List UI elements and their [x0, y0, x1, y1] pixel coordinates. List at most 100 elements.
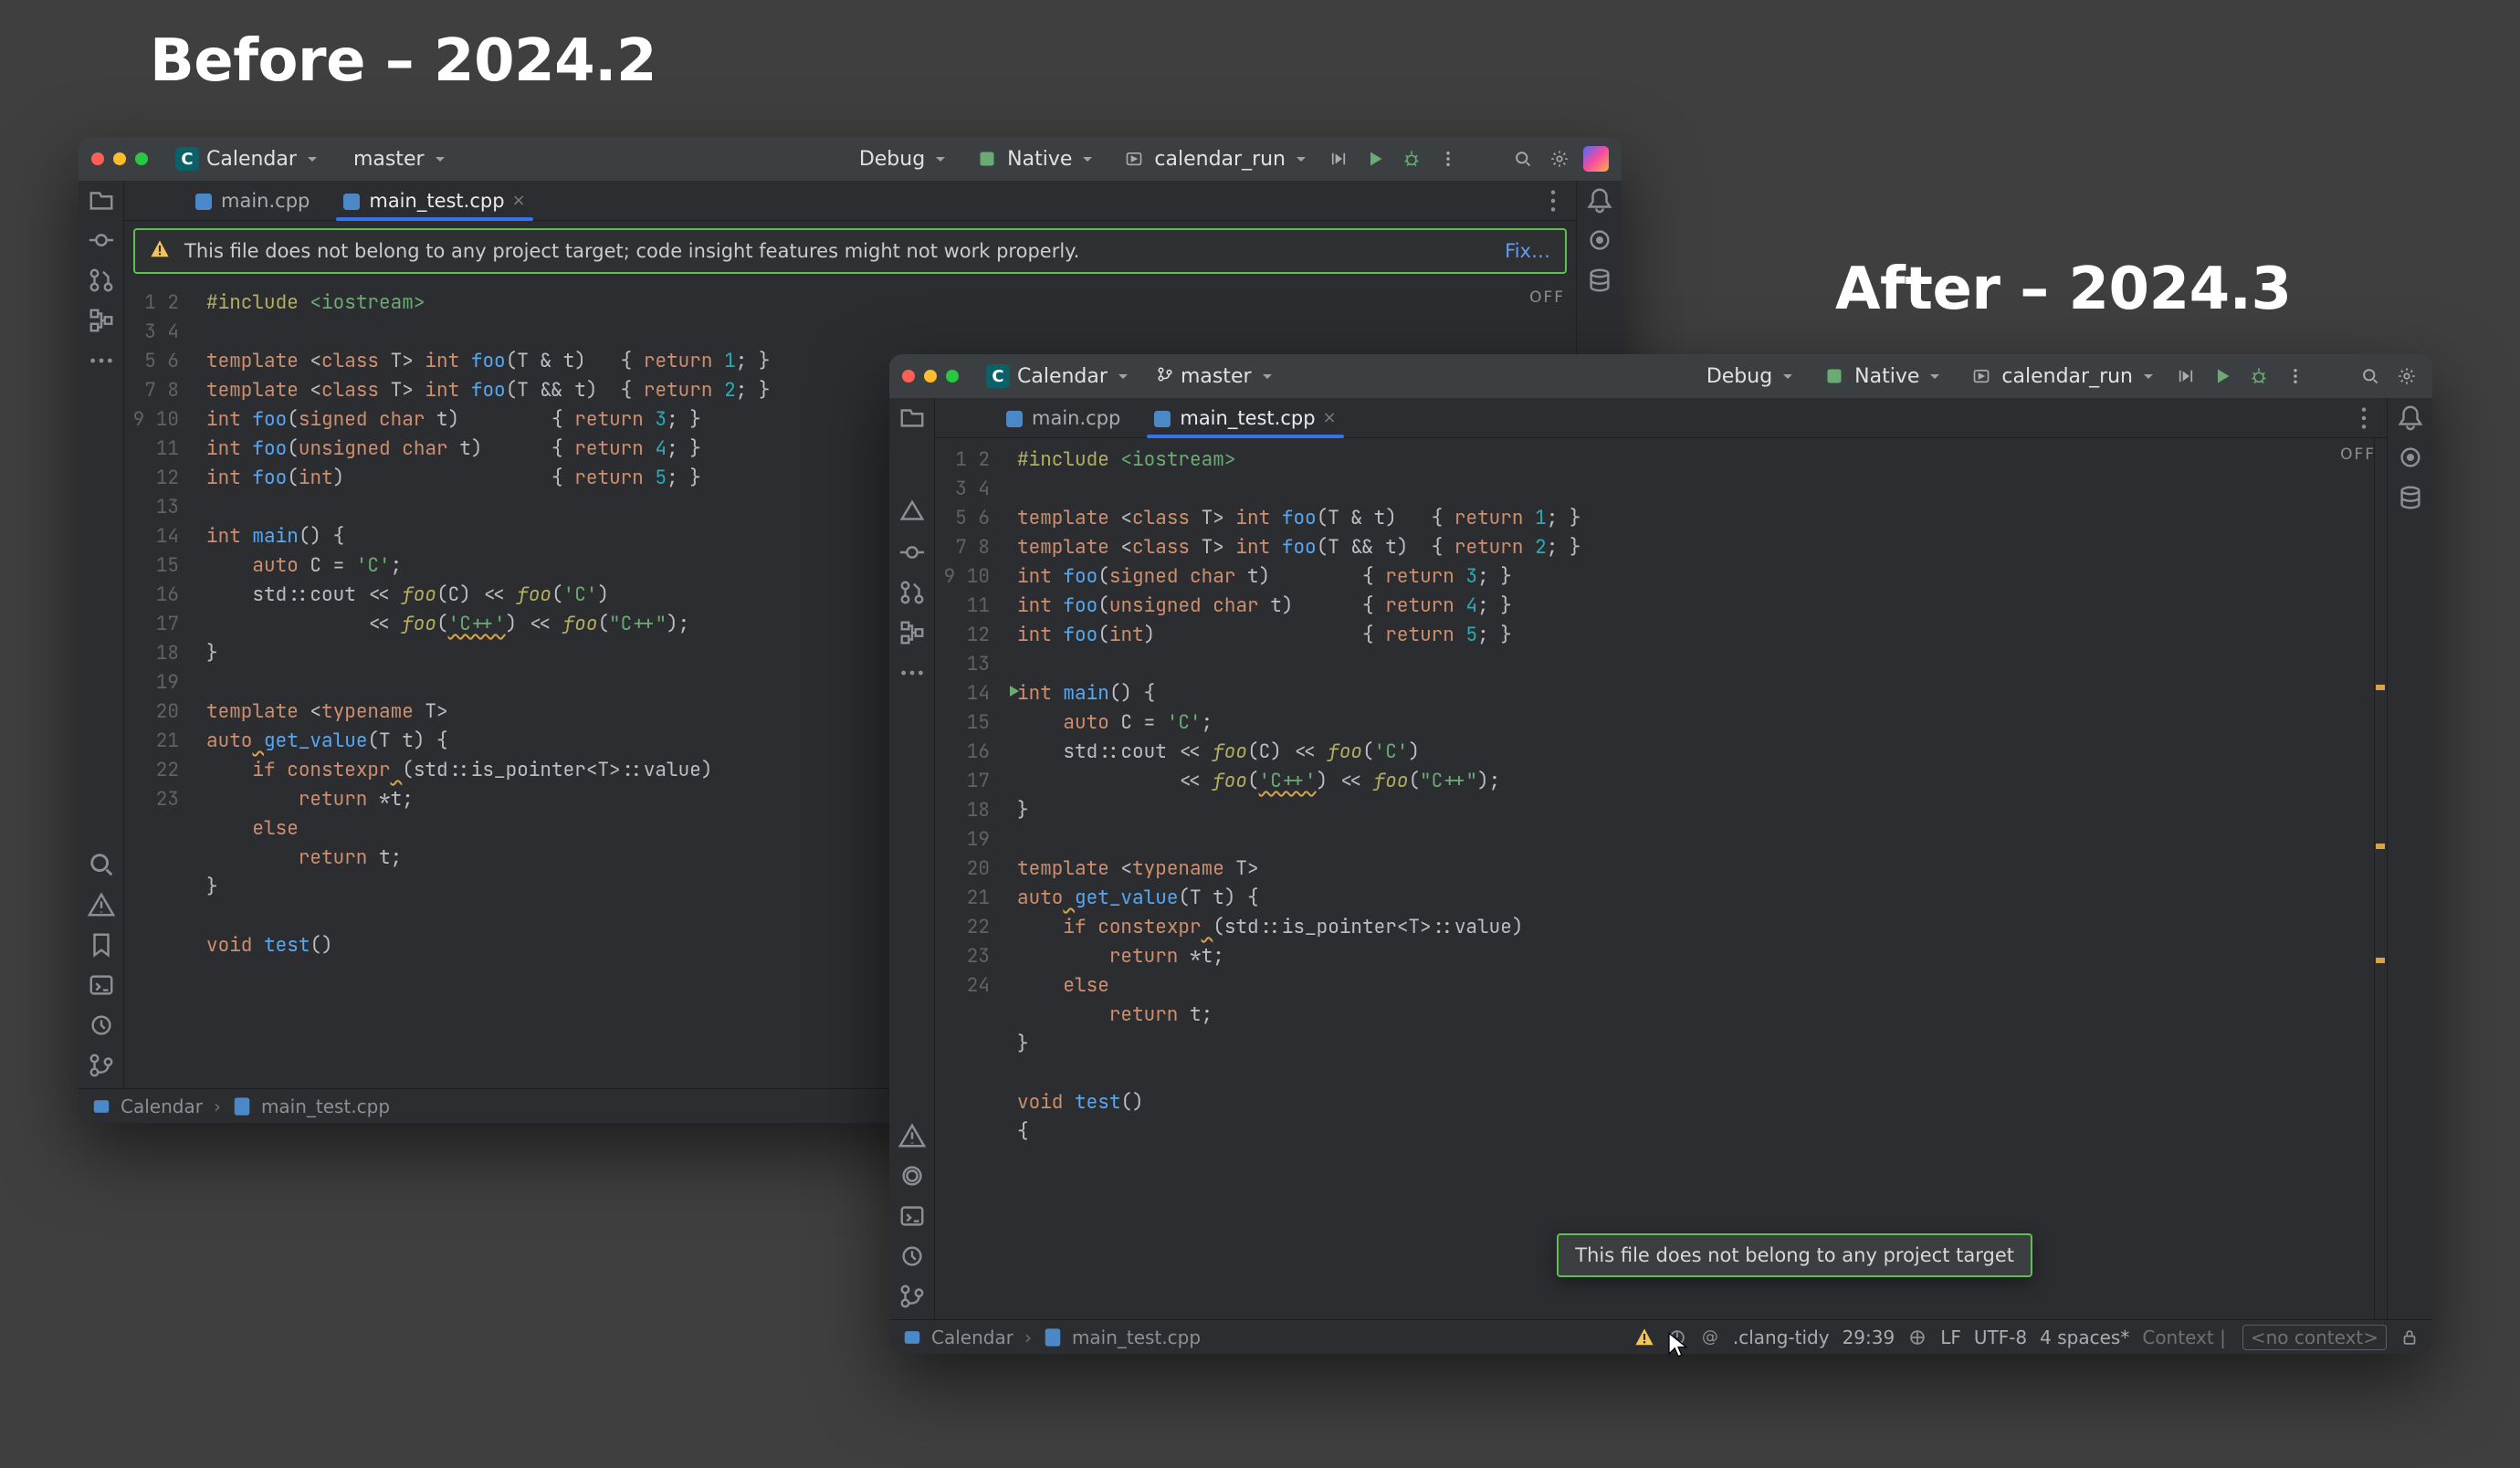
pull-requests-icon[interactable]: [88, 267, 115, 294]
breadcrumb[interactable]: Calendar main_test.cpp: [91, 1096, 390, 1117]
project-selector[interactable]: C Calendar: [977, 361, 1137, 392]
debug-button[interactable]: [1399, 146, 1424, 172]
status-line-sep[interactable]: LF: [1940, 1326, 1961, 1348]
titlebar: C Calendar master Debug Native calendar_…: [889, 354, 2432, 398]
search-everywhere-icon[interactable]: [1510, 146, 1536, 172]
zoom-window-icon[interactable]: [946, 370, 959, 383]
terminal-tool-icon[interactable]: [88, 971, 115, 999]
toolchain-icon: [974, 146, 1000, 172]
commit-tool-icon[interactable]: [88, 226, 115, 254]
close-window-icon[interactable]: [91, 152, 104, 165]
status-context-value[interactable]: <no context>: [2242, 1325, 2387, 1350]
status-nav-icon[interactable]: [1907, 1327, 1927, 1347]
zoom-window-icon[interactable]: [135, 152, 148, 165]
database-tool-icon[interactable]: [1586, 267, 1613, 294]
minimize-window-icon[interactable]: [113, 152, 126, 165]
notifications-tool-icon[interactable]: [1586, 186, 1613, 214]
status-clang-tidy[interactable]: .clang-tidy: [1733, 1326, 1830, 1348]
editor-tabs: main.cpp main_test.cpp ×: [124, 181, 1576, 221]
bookmarks-tool-icon[interactable]: [88, 931, 115, 959]
run-button[interactable]: [2210, 363, 2235, 389]
code-area[interactable]: #include <iostream> template <class T> i…: [1003, 438, 2374, 1319]
vcs-tool-icon[interactable]: [88, 1052, 115, 1079]
run-with-params-icon[interactable]: [1326, 146, 1351, 172]
find-tool-icon[interactable]: [88, 851, 115, 878]
cmake-tool-icon[interactable]: [898, 498, 926, 526]
build-config-selector[interactable]: Debug: [850, 144, 954, 174]
tab-main-test[interactable]: main_test.cpp ×: [327, 181, 542, 220]
structure-tool-icon[interactable]: [898, 619, 926, 646]
vcs-branch-selector[interactable]: master: [337, 144, 454, 174]
settings-icon[interactable]: [1547, 146, 1572, 172]
banner-message: This file does not belong to any project…: [184, 240, 1490, 262]
database-tool-icon[interactable]: [2397, 484, 2424, 511]
toolchain-selector[interactable]: Native: [1812, 360, 1948, 393]
project-selector[interactable]: C Calendar: [166, 143, 326, 174]
tab-main[interactable]: main.cpp: [179, 181, 327, 220]
status-indent[interactable]: 4 spaces*: [2040, 1326, 2129, 1348]
search-everywhere-icon[interactable]: [2357, 363, 2383, 389]
status-warning-icon[interactable]: [1634, 1327, 1654, 1347]
problems-tool-icon[interactable]: [88, 891, 115, 918]
project-tool-icon[interactable]: [88, 186, 115, 214]
status-caret-pos[interactable]: 29:39: [1843, 1326, 1895, 1348]
problems-tool-icon[interactable]: [898, 1122, 926, 1149]
more-tool-icon[interactable]: [88, 347, 115, 374]
error-stripe[interactable]: [2374, 438, 2387, 1319]
commit-tool-icon[interactable]: [898, 539, 926, 566]
more-tool-icon[interactable]: [898, 659, 926, 687]
close-window-icon[interactable]: [902, 370, 915, 383]
close-tab-icon[interactable]: ×: [512, 191, 526, 210]
pull-requests-icon[interactable]: [898, 579, 926, 606]
status-lock-icon[interactable]: [2399, 1327, 2420, 1347]
tab-list-icon[interactable]: [1539, 187, 1567, 215]
vcs-tool-icon[interactable]: [898, 1283, 926, 1310]
breadcrumb[interactable]: Calendar main_test.cpp: [902, 1326, 1201, 1348]
settings-icon[interactable]: [2394, 363, 2420, 389]
run-config-selector[interactable]: calendar_run: [1959, 360, 2162, 393]
code-editor[interactable]: 1 2 3 4 5 6 7 8 9 10 11 12 13 14 15 16 1…: [935, 438, 2387, 1319]
left-toolwindow-bar: [889, 398, 935, 1319]
branch-icon: [1157, 365, 1173, 388]
terminal-tool-icon[interactable]: [898, 1202, 926, 1230]
notifications-tool-icon[interactable]: [2397, 404, 2424, 431]
services-tool-icon[interactable]: [898, 1243, 926, 1270]
tab-main-test[interactable]: main_test.cpp ×: [1138, 398, 1353, 437]
inspection-off-chip[interactable]: OFF: [1529, 288, 1565, 307]
status-encoding[interactable]: UTF-8: [1974, 1326, 2027, 1348]
close-tab-icon[interactable]: ×: [1323, 408, 1337, 427]
breadcrumb-project: Calendar: [121, 1096, 203, 1117]
toolchain-selector[interactable]: Native: [965, 142, 1101, 175]
run-with-params-icon[interactable]: [2173, 363, 2199, 389]
inspection-off-chip[interactable]: OFF: [2340, 446, 2376, 464]
more-run-icon[interactable]: [1435, 146, 1461, 172]
status-progress-icon[interactable]: [1667, 1327, 1687, 1347]
run-line-marker-icon[interactable]: [1006, 679, 1021, 708]
structure-tool-icon[interactable]: [88, 307, 115, 334]
project-tool-icon[interactable]: [898, 404, 926, 431]
before-heading: Before – 2024.2: [150, 27, 656, 95]
code-with-me-icon[interactable]: [1583, 146, 1609, 172]
breadcrumb-file: main_test.cpp: [261, 1096, 390, 1117]
vcs-branch-selector[interactable]: master: [1148, 362, 1281, 392]
project-icon: [902, 1327, 922, 1347]
cpp-file-icon: [1006, 410, 1023, 426]
editor-tabs: main.cpp main_test.cpp ×: [935, 398, 2387, 438]
ai-assistant-icon[interactable]: [1586, 226, 1613, 254]
debug-button[interactable]: [2246, 363, 2272, 389]
build-config-selector[interactable]: Debug: [1697, 362, 1801, 392]
banner-fix-link[interactable]: Fix…: [1505, 240, 1550, 262]
breadcrumb-file: main_test.cpp: [1072, 1326, 1201, 1348]
status-at-icon[interactable]: @: [1700, 1327, 1720, 1347]
tab-main[interactable]: main.cpp: [990, 398, 1138, 437]
run-config-label: calendar_run: [2001, 365, 2133, 388]
ai-assistant-icon[interactable]: [2397, 444, 2424, 471]
minimize-window-icon[interactable]: [924, 370, 937, 383]
services-tool-icon[interactable]: [88, 1012, 115, 1039]
tab-label: main.cpp: [221, 190, 310, 212]
run-config-selector[interactable]: calendar_run: [1112, 142, 1315, 175]
more-run-icon[interactable]: [2283, 363, 2308, 389]
run-button[interactable]: [1362, 146, 1388, 172]
tab-list-icon[interactable]: [2350, 404, 2378, 432]
meson-tool-icon[interactable]: [898, 1162, 926, 1190]
